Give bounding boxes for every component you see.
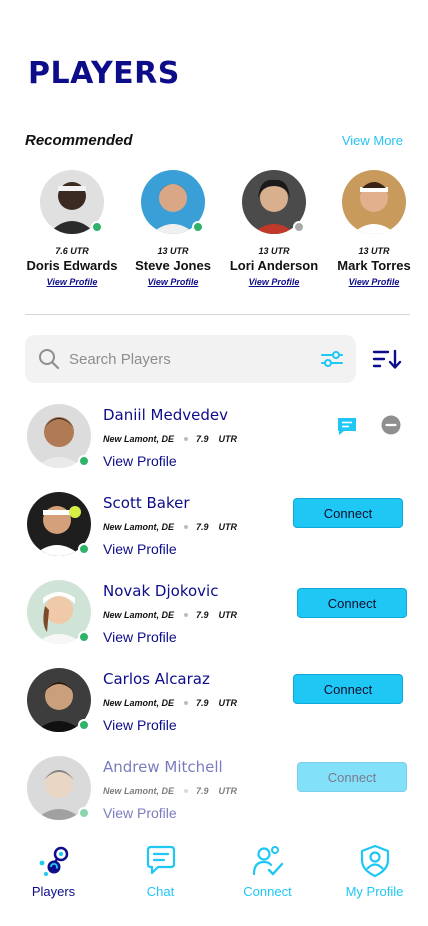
view-profile-link[interactable]: View Profile [103, 453, 177, 469]
player-rating: 7.9 [196, 786, 209, 796]
player-meta: New Lamont, DE 7.9 UTR [103, 610, 237, 620]
avatar[interactable] [141, 170, 205, 234]
recommended-card[interactable]: 7.6 UTR Doris Edwards View Profile [20, 170, 124, 287]
player-row: Scott Baker New Lamont, DE 7.9 UTR View Pr… [0, 488, 428, 568]
nav-label-chat: Chat [146, 884, 175, 899]
recommended-card[interactable]: 13 UTR Lori Anderson View Profile [222, 170, 326, 287]
connect-button[interactable]: Connect [297, 588, 407, 618]
player-name: Novak Djokovic [103, 582, 219, 600]
player-location: New Lamont, DE [103, 786, 175, 796]
online-status-dot [78, 719, 90, 731]
utr-label: UTR [218, 786, 238, 796]
online-status-dot [78, 631, 90, 643]
player-name: Mark Torres [337, 258, 411, 273]
remove-icon[interactable] [381, 415, 401, 435]
players-icon [39, 846, 68, 876]
player-name: Scott Baker [103, 494, 190, 512]
online-status-dot [78, 807, 90, 819]
profile-shield-icon [360, 844, 389, 878]
view-more-link[interactable]: View More [342, 133, 403, 148]
player-utr: 13 UTR [157, 246, 189, 256]
utr-label: UTR [218, 434, 238, 444]
filter-icon[interactable] [320, 348, 344, 370]
player-rating: 7.9 [196, 522, 209, 532]
connect-button[interactable]: Connect [293, 498, 403, 528]
avatar[interactable] [40, 170, 104, 234]
view-profile-link[interactable]: View Profile [103, 717, 177, 733]
online-status-dot [78, 455, 90, 467]
search-input[interactable] [69, 346, 309, 372]
online-status-dot [192, 221, 204, 233]
utr-label: UTR [218, 522, 238, 532]
player-rating: 7.9 [196, 698, 209, 708]
player-location: New Lamont, DE [103, 434, 175, 444]
player-utr: 13 UTR [358, 246, 390, 256]
avatar[interactable] [27, 492, 91, 556]
player-location: New Lamont, DE [103, 698, 175, 708]
search-bar [25, 335, 356, 383]
player-name: Daniil Medvedev [103, 406, 228, 424]
avatar[interactable] [27, 756, 91, 820]
player-name: Andrew Mitchell [103, 758, 223, 776]
nav-item-connect[interactable]: Connect [214, 838, 321, 908]
player-rating: 7.9 [196, 434, 209, 444]
player-rating: 7.9 [196, 610, 209, 620]
view-profile-link[interactable]: View Profile [121, 277, 225, 287]
view-profile-link[interactable]: View Profile [322, 277, 426, 287]
nav-item-chat[interactable]: Chat [107, 838, 214, 908]
nav-label-players: Players [31, 884, 76, 899]
avatar[interactable] [27, 580, 91, 644]
section-divider [25, 314, 410, 315]
recommended-title: Recommended [25, 132, 133, 149]
bottom-nav: Players Chat Connect My Profile [0, 838, 428, 926]
avatar[interactable] [342, 170, 406, 234]
player-row: Novak Djokovic New Lamont, DE 7.9 UTR View… [0, 576, 428, 656]
player-utr: 13 UTR [258, 246, 290, 256]
chat-icon [146, 845, 175, 875]
player-location: New Lamont, DE [103, 610, 175, 620]
player-name: Steve Jones [135, 258, 211, 273]
nav-label-my-profile: My Profile [345, 884, 404, 899]
recommended-card[interactable]: 13 UTR Mark Torres View Profile [322, 170, 426, 287]
player-name: Doris Edwards [26, 258, 118, 273]
utr-label: UTR [218, 610, 238, 620]
player-meta: New Lamont, DE 7.9 UTR [103, 522, 237, 532]
view-profile-link[interactable]: View Profile [222, 277, 326, 287]
connect-button[interactable]: Connect [293, 674, 403, 704]
connect-icon [252, 846, 283, 876]
view-profile-link[interactable]: View Profile [103, 629, 177, 645]
avatar[interactable] [27, 404, 91, 468]
message-icon[interactable] [336, 415, 358, 437]
page-title: PLAYERS [28, 56, 180, 91]
player-row: Andrew Mitchell New Lamont, DE 7.9 UTR Vie… [0, 752, 428, 832]
player-utr: 7.6 UTR [55, 246, 89, 256]
online-status-dot [91, 221, 103, 233]
search-icon [39, 349, 60, 370]
player-meta: New Lamont, DE 7.9 UTR [103, 786, 237, 796]
player-row: Carlos Alcaraz New Lamont, DE 7.9 UTR View… [0, 664, 428, 744]
utr-label: UTR [218, 698, 238, 708]
nav-item-my-profile[interactable]: My Profile [321, 838, 428, 908]
recommended-card[interactable]: 13 UTR Steve Jones View Profile [121, 170, 225, 287]
player-meta: New Lamont, DE 7.9 UTR [103, 698, 237, 708]
sort-icon[interactable] [372, 347, 402, 371]
player-location: New Lamont, DE [103, 522, 175, 532]
avatar[interactable] [27, 668, 91, 732]
nav-item-players[interactable]: Players [0, 838, 107, 908]
online-status-dot [78, 543, 90, 555]
player-name: Lori Anderson [229, 258, 319, 273]
connect-button[interactable]: Connect [297, 762, 407, 792]
recommended-list: 7.6 UTR Doris Edwards View Profile 13 UT… [20, 170, 420, 300]
offline-status-dot [293, 221, 305, 233]
nav-label-connect: Connect [243, 884, 292, 899]
recommended-header: Recommended View More [25, 132, 403, 152]
player-list: Daniil Medvedev New Lamont, DE 7.9 UTR Vie… [0, 400, 428, 830]
avatar[interactable] [242, 170, 306, 234]
view-profile-link[interactable]: View Profile [20, 277, 124, 287]
view-profile-link[interactable]: View Profile [103, 541, 177, 557]
player-row: Daniil Medvedev New Lamont, DE 7.9 UTR Vie… [0, 400, 428, 480]
view-profile-link[interactable]: View Profile [103, 805, 177, 821]
player-name: Carlos Alcaraz [103, 670, 210, 688]
player-meta: New Lamont, DE 7.9 UTR [103, 434, 237, 444]
